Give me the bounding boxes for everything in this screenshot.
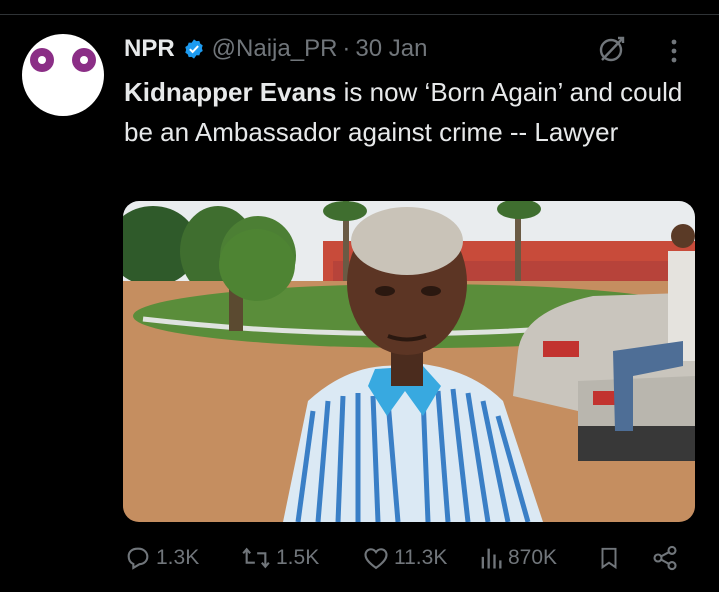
timeline-divider: [0, 0, 719, 15]
views-count: 870K: [508, 546, 558, 569]
photo-illustration: [123, 201, 695, 522]
share-button[interactable]: [651, 540, 683, 576]
post-text-bold: Kidnapper Evans: [124, 77, 337, 107]
reply-count: 1.3K: [156, 546, 200, 569]
action-bar: 1.3K 1.5K 11.3K 870K: [0, 540, 719, 576]
bookmark-icon: [601, 547, 617, 570]
verified-badge-icon[interactable]: [183, 38, 205, 60]
avatar-eye-left: [30, 48, 54, 72]
like-count: 11.3K: [394, 546, 448, 569]
views-icon: [481, 548, 502, 569]
post-photo[interactable]: [123, 201, 695, 522]
avatar[interactable]: [22, 34, 104, 116]
repost-button[interactable]: 1.5K: [240, 540, 319, 576]
like-icon: [364, 548, 388, 570]
share-icon: [653, 545, 677, 571]
avatar-eye-right: [72, 48, 96, 72]
author-name[interactable]: NPR: [124, 35, 175, 63]
author-handle[interactable]: @Naija_PR: [212, 35, 338, 63]
repost-count: 1.5K: [276, 546, 320, 569]
bookmark-button[interactable]: [596, 540, 626, 576]
post-text: Kidnapper Evans is now ‘Born Again’ and …: [124, 72, 684, 152]
reply-button[interactable]: 1.3K: [124, 540, 199, 576]
post-date[interactable]: 30 Jan: [355, 35, 427, 63]
post-header: NPR @Naija_PR · 30 Jan: [124, 32, 427, 66]
repost-icon: [242, 547, 270, 569]
grok-icon[interactable]: [596, 33, 628, 65]
views-button[interactable]: 870K: [478, 540, 557, 576]
more-icon[interactable]: [667, 38, 681, 64]
header-separator: ·: [342, 35, 351, 62]
like-button[interactable]: 11.3K: [362, 540, 447, 576]
reply-icon: [127, 547, 149, 570]
